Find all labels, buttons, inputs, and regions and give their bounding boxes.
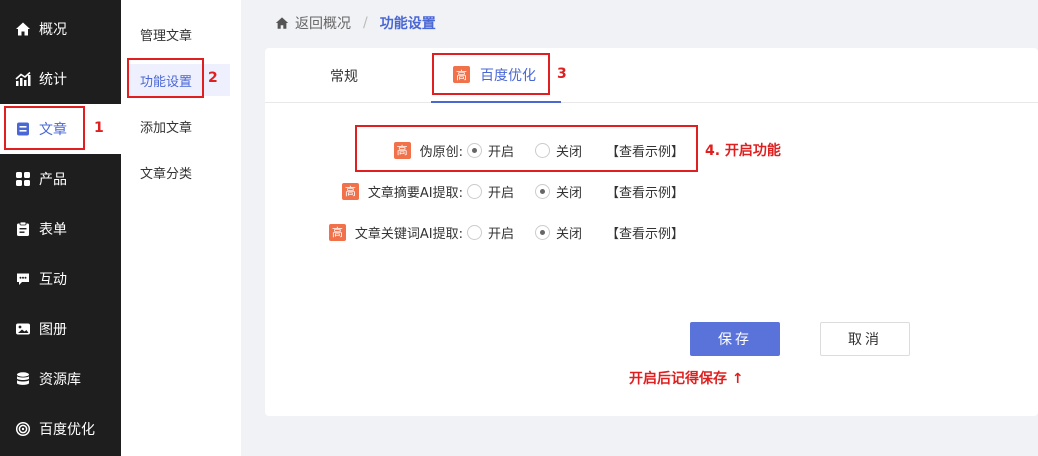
breadcrumb: 返回概况 / 功能设置 [241, 0, 1038, 45]
setting-row-summary-ai: 高 文章摘要AI提取: 开启 关闭 【查看示例】 [265, 180, 1038, 202]
setting-row-keywords-ai: 高 文章关键词AI提取: 开启 关闭 【查看示例】 [265, 221, 1038, 243]
database-icon [15, 371, 31, 387]
breadcrumb-current: 功能设置 [379, 15, 436, 32]
setting-label-text: 文章摘要AI提取: [367, 185, 463, 201]
chart-icon [15, 71, 31, 87]
image-icon [15, 321, 31, 337]
sidebar-item-forms[interactable]: 表单 [0, 204, 121, 254]
setting-label-text: 文章关键词AI提取: [354, 226, 463, 242]
cancel-button[interactable]: 取消 [820, 322, 910, 356]
sidebar-item-baidu-seo[interactable]: 百度优化 [0, 404, 121, 454]
annotation-box-4 [355, 125, 698, 172]
annotation-step-4: 4. 开启功能 [705, 143, 781, 159]
sidebar-item-label: 表单 [39, 222, 67, 238]
radio-dot [467, 183, 482, 199]
sidebar-item-overview[interactable]: 概况 [0, 4, 121, 54]
radio-label: 开启 [488, 185, 515, 201]
settings-tabs: 常规 高 百度优化 [265, 48, 1038, 103]
chat-icon [15, 271, 31, 287]
setting-label: 高 文章关键词AI提取: [328, 221, 463, 243]
sidebar-item-resources[interactable]: 资源库 [0, 354, 121, 404]
premium-badge: 高 [328, 223, 346, 241]
radio-disable[interactable]: 关闭 [535, 221, 582, 243]
submenu-item-add-article[interactable]: 添加文章 [128, 110, 230, 142]
sidebar-item-interaction[interactable]: 互动 [0, 254, 121, 304]
radio-dot [535, 224, 550, 240]
radio-label: 关闭 [556, 226, 583, 242]
annotation-save-reminder: 开启后记得保存 ↑ [629, 371, 744, 387]
setting-label: 高 文章摘要AI提取: [341, 180, 463, 202]
sidebar-item-label: 百度优化 [39, 422, 95, 438]
tab-label: 常规 [330, 68, 358, 85]
tab-general[interactable]: 常规 [330, 48, 358, 103]
submenu-item-article-categories[interactable]: 文章分类 [128, 156, 230, 188]
submenu-item-manage-articles[interactable]: 管理文章 [128, 18, 230, 50]
sidebar-item-statistics[interactable]: 统计 [0, 54, 121, 104]
sidebar-item-label: 图册 [39, 322, 67, 338]
target-icon [15, 421, 31, 437]
sidebar-item-label: 互动 [39, 272, 67, 288]
radio-enable[interactable]: 开启 [467, 221, 514, 243]
grid-icon [15, 171, 31, 187]
annotation-step-2: 2 [208, 70, 218, 86]
home-icon [275, 16, 289, 29]
radio-dot [467, 224, 482, 240]
annotation-step-1: 1 [94, 120, 104, 136]
radio-enable[interactable]: 开启 [467, 180, 514, 202]
view-example-link[interactable]: 【查看示例】 [606, 180, 684, 202]
sidebar-item-label: 资源库 [39, 372, 81, 388]
main-sidebar: 概况 统计 文章 产品 表单 互动 图册 资源库 百度优化 [0, 0, 121, 456]
view-example-link[interactable]: 【查看示例】 [606, 221, 684, 243]
sidebar-item-label: 统计 [39, 72, 67, 88]
clipboard-icon [15, 221, 31, 237]
annotation-step-3: 3 [557, 66, 567, 82]
radio-disable[interactable]: 关闭 [535, 180, 582, 202]
sidebar-item-products[interactable]: 产品 [0, 154, 121, 204]
annotation-box-2 [127, 58, 204, 98]
radio-label: 开启 [488, 226, 515, 242]
premium-badge: 高 [341, 182, 359, 200]
save-button[interactable]: 保存 [690, 322, 780, 356]
radio-dot [535, 183, 550, 199]
sidebar-item-label: 产品 [39, 172, 67, 188]
breadcrumb-separator: / [363, 14, 368, 31]
sidebar-item-label: 概况 [39, 22, 67, 38]
back-to-overview-link[interactable]: 返回概况 [295, 13, 351, 33]
annotation-box-3 [432, 53, 550, 95]
home-icon [15, 21, 31, 37]
sidebar-item-gallery[interactable]: 图册 [0, 304, 121, 354]
annotation-box-1 [4, 106, 85, 150]
radio-label: 关闭 [556, 185, 583, 201]
settings-panel: 常规 高 百度优化 高 伪原创: 开启 关闭 【查看示例】 高 文章摘要AI提取… [265, 48, 1038, 416]
